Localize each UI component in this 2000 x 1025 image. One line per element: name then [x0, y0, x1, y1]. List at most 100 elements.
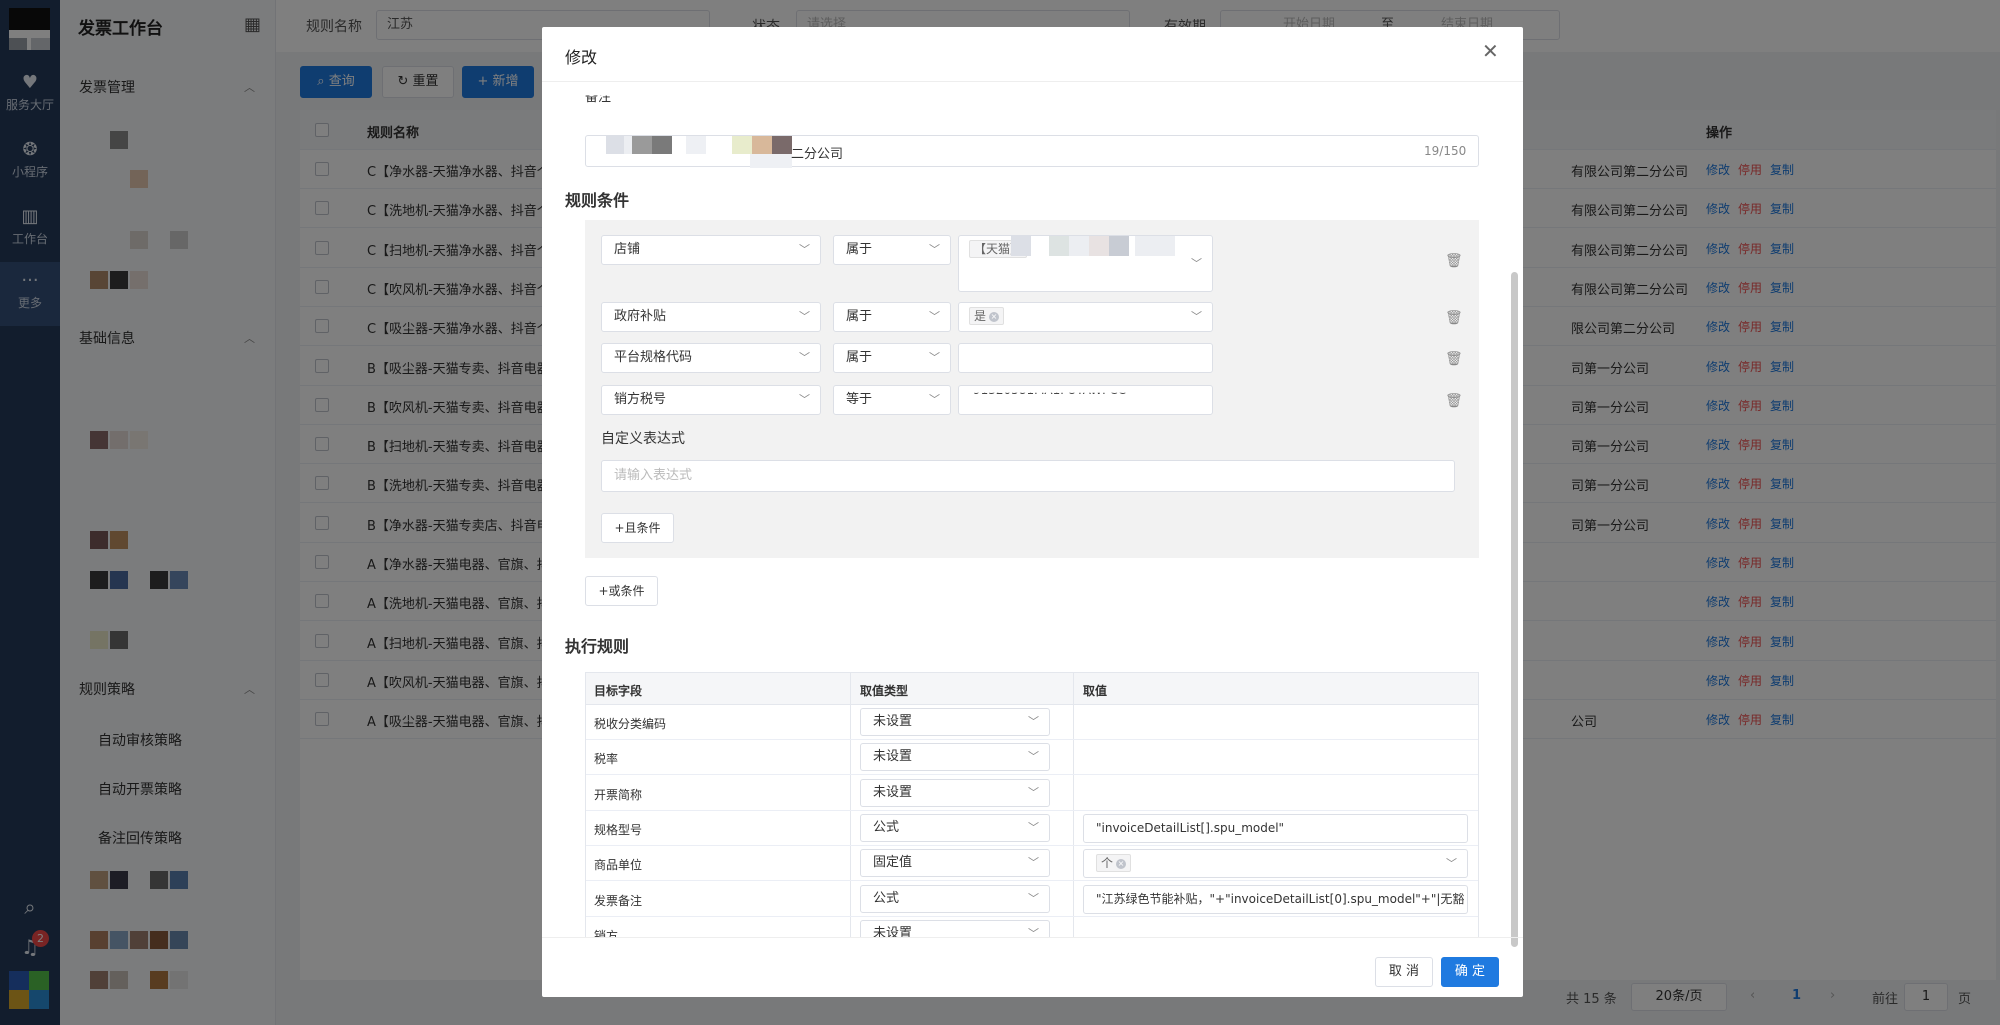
chevron-down-icon: ﹀ [1028, 891, 1039, 905]
close-icon[interactable]: ✕ [1482, 39, 1499, 63]
custom-expression-label: 自定义表达式 [601, 431, 685, 447]
cancel-button[interactable]: 取 消 [1375, 957, 1433, 987]
chevron-down-icon: ﹀ [799, 243, 810, 256]
value-type-select[interactable]: 固定值 ﹀ [860, 849, 1050, 878]
target-field-label: 发票备注 [594, 893, 643, 908]
custom-expression-input[interactable]: 请输入表达式 [601, 460, 1455, 492]
chevron-down-icon: ﹀ [929, 243, 940, 256]
condition-field-select[interactable]: 销方税号 ﹀ [601, 385, 821, 415]
target-field-label: 开票简称 [594, 787, 643, 802]
condition-operator-select[interactable]: 属于 ﹀ [833, 343, 951, 373]
value-type-select[interactable]: 公式 ﹀ [860, 884, 1050, 913]
col-target-field: 目标字段 [594, 684, 643, 698]
trash-icon[interactable]: 🗑 [1445, 253, 1463, 269]
condition-field-select[interactable]: 政府补贴 ﹀ [601, 302, 821, 332]
blurred-item [1089, 236, 1109, 256]
note-value: 二分公司 [791, 147, 844, 162]
tag-close-icon[interactable]: × [989, 311, 1000, 322]
condition-value-select[interactable] [958, 343, 1213, 373]
value-tag: 个 × [1096, 854, 1132, 873]
value-input[interactable]: "invoiceDetailList[].spu_model" [1083, 813, 1468, 843]
chevron-down-icon: ﹀ [1028, 785, 1039, 799]
exec-rule-row: 税收分类编码 未设置 ﹀ [586, 705, 1478, 740]
col-value-type: 取值类型 [860, 684, 909, 698]
add-or-condition-button[interactable]: +或条件 [585, 576, 658, 606]
target-field-label: 商品单位 [594, 858, 643, 873]
chevron-down-icon: ﹀ [1446, 857, 1457, 871]
chevron-down-icon: ﹀ [1191, 310, 1202, 323]
exec-rules-table: 目标字段 取值类型 取值 税收分类编码 未设置 ﹀ 税率 未设置 ﹀ 开票简称 未设置 ﹀ 规格型… [585, 672, 1479, 937]
chevron-down-icon: ﹀ [799, 393, 810, 406]
value-select[interactable]: 个 × ﹀ [1083, 849, 1468, 879]
blurred-item [1049, 236, 1069, 256]
exec-table-header: 目标字段 取值类型 取值 [586, 673, 1478, 705]
value-type-select[interactable]: 未设置 ﹀ [860, 919, 1050, 937]
exec-rule-row: 开票简称 未设置 ﹀ [586, 776, 1478, 811]
trash-icon[interactable]: 🗑 [1445, 393, 1463, 409]
value-tag: 是 × [969, 307, 1005, 325]
dialog-scrollbar[interactable] [1511, 272, 1518, 947]
blurred-item [967, 346, 1203, 370]
chevron-down-icon: ﹀ [1028, 750, 1039, 764]
blurred-item [772, 136, 792, 154]
condition-field-select[interactable]: 平台规格代码 ﹀ [601, 343, 821, 373]
blurred-item [732, 136, 752, 154]
value-input[interactable]: "江苏绿色节能补贴，"+"invoiceDetailList[0].spu_mo… [1083, 884, 1468, 914]
value-type-select[interactable]: 未设置 ﹀ [860, 778, 1050, 807]
chevron-down-icon: ﹀ [1028, 926, 1039, 937]
blurred-item [652, 136, 672, 154]
target-field-label: 规格型号 [594, 822, 643, 837]
chevron-down-icon: ﹀ [799, 310, 810, 323]
target-field-label: 税率 [594, 752, 619, 767]
blurred-item [632, 136, 652, 154]
blurred-item [1135, 236, 1175, 256]
condition-value-select[interactable]: 是 × ﹀ [958, 302, 1213, 332]
trash-icon[interactable]: 🗑 [1445, 351, 1463, 367]
condition-field-select[interactable]: 店铺 ﹀ [601, 235, 821, 265]
chevron-down-icon: ﹀ [1028, 715, 1039, 728]
chevron-down-icon: ﹀ [929, 310, 940, 323]
chevron-down-icon: ﹀ [929, 393, 940, 406]
value-type-select[interactable]: 未设置 ﹀ [860, 743, 1050, 772]
chevron-down-icon: ﹀ [1028, 856, 1039, 870]
exec-rule-row: 商品单位 固定值 ﹀ 个 × ﹀ [586, 846, 1478, 882]
blurred-item [1011, 236, 1031, 256]
exec-rule-row: 规格型号 公式 ﹀ "invoiceDetailList[].spu_model" [586, 811, 1478, 846]
chevron-down-icon: ﹀ [1028, 820, 1039, 834]
value-type-select[interactable]: 未设置 ﹀ [860, 708, 1050, 736]
target-field-label: 税收分类编码 [594, 717, 667, 731]
value-type-select[interactable]: 公式 ﹀ [860, 813, 1050, 842]
dialog-title: 修改 [565, 48, 598, 67]
trash-icon[interactable]: 🗑 [1445, 310, 1463, 326]
col-value: 取值 [1083, 684, 1108, 698]
condition-value-input[interactable]: 91320581MA1PUYAWPCC [958, 385, 1213, 415]
note-label: 备注 [585, 90, 612, 106]
exec-rule-row: 销方 未设置 ﹀ [586, 917, 1478, 937]
chevron-down-icon: ﹀ [799, 351, 810, 364]
condition-group: 店铺 ﹀ 属于 ﹀ 【天猫】 ﹀ 🗑 政府补贴 ﹀ 属于 ﹀ 是 × ﹀ 🗑 平… [585, 220, 1479, 558]
condition-operator-select[interactable]: 等于 ﹀ [833, 385, 951, 415]
chevron-down-icon: ﹀ [1191, 257, 1202, 270]
condition-value-select[interactable]: 【天猫】 ﹀ [958, 235, 1213, 292]
chevron-down-icon: ﹀ [929, 351, 940, 364]
tag-close-icon[interactable]: × [1116, 858, 1127, 869]
edit-dialog: 修改 ✕ 备注 二分公司 19/150 规则条件 店铺﹀ 属于﹀ 【天猫】 [542, 27, 1523, 997]
add-and-condition-button[interactable]: +且条件 [601, 513, 674, 543]
confirm-button[interactable]: 确 定 [1441, 957, 1499, 987]
condition-operator-select[interactable]: 属于 ﹀ [833, 302, 951, 332]
conditions-title: 规则条件 [565, 191, 630, 210]
blurred-item [686, 136, 706, 154]
dialog-body: 备注 二分公司 19/150 规则条件 店铺 ﹀ 属于 ﹀ 【天猫】 ﹀ 🗑 政… [542, 82, 1523, 937]
exec-rule-row: 税率 未设置 ﹀ [586, 740, 1478, 776]
note-char-count: 19/150 [1424, 144, 1467, 158]
blurred-item [1109, 236, 1129, 256]
target-field-label: 销方 [594, 928, 619, 937]
blurred-item [750, 154, 792, 168]
note-input[interactable]: 二分公司 19/150 [585, 135, 1479, 168]
blurred-item [606, 136, 624, 154]
exec-rules-title: 执行规则 [565, 637, 630, 656]
blurred-item [752, 136, 772, 154]
exec-rule-row: 发票备注 公式 ﹀ "江苏绿色节能补贴，"+"invoiceDetailList[0]… [586, 882, 1478, 917]
blurred-item [1069, 236, 1089, 256]
condition-operator-select[interactable]: 属于 ﹀ [833, 235, 951, 265]
